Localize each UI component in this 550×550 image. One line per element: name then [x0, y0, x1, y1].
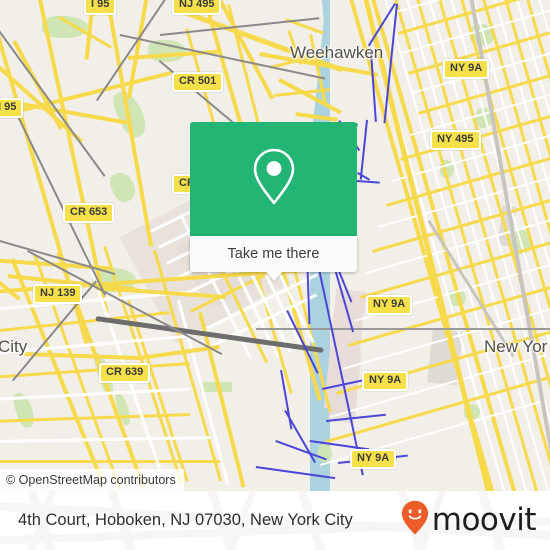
location-popup-card[interactable]: Take me there [190, 122, 357, 281]
road-shield: NY 9A [362, 371, 409, 391]
moovit-logo[interactable]: moovit [401, 500, 537, 541]
road-shield: CR 653 [63, 203, 115, 223]
road-shield: I 95 [0, 98, 24, 118]
map-canvas[interactable]: Weehawken City New Yor I 95 NJ 495 NY 9A… [0, 0, 550, 491]
road-shield: NY 495 [430, 130, 481, 150]
moovit-wordmark: moovit [431, 502, 537, 538]
moovit-smiley-pin-icon [401, 500, 429, 541]
map-screenshot: Weehawken City New Yor I 95 NJ 495 NY 9A… [0, 0, 550, 550]
road-shield: NJ 495 [172, 0, 222, 15]
road-shield: NY 9A [350, 449, 397, 469]
popup-image-panel [190, 122, 357, 236]
take-me-there-label: Take me there [227, 246, 320, 262]
road-shield: CR 501 [172, 72, 224, 92]
road-shield: NY 9A [443, 59, 490, 79]
road-shield: NJ 139 [33, 284, 83, 304]
map-pin-icon [249, 146, 299, 213]
osm-attribution[interactable]: © OpenStreetMap contributors [0, 469, 184, 491]
take-me-there-button[interactable]: Take me there [190, 236, 357, 281]
footer-bar: 4th Court, Hoboken, NJ 07030, New York C… [0, 491, 550, 550]
road-shield: CR 639 [99, 363, 151, 383]
road-shield: I 95 [84, 0, 117, 15]
address-label: 4th Court, Hoboken, NJ 07030, New York C… [18, 511, 353, 529]
road-shield: NY 9A [366, 295, 413, 315]
popup-pointer-tail [264, 271, 283, 281]
